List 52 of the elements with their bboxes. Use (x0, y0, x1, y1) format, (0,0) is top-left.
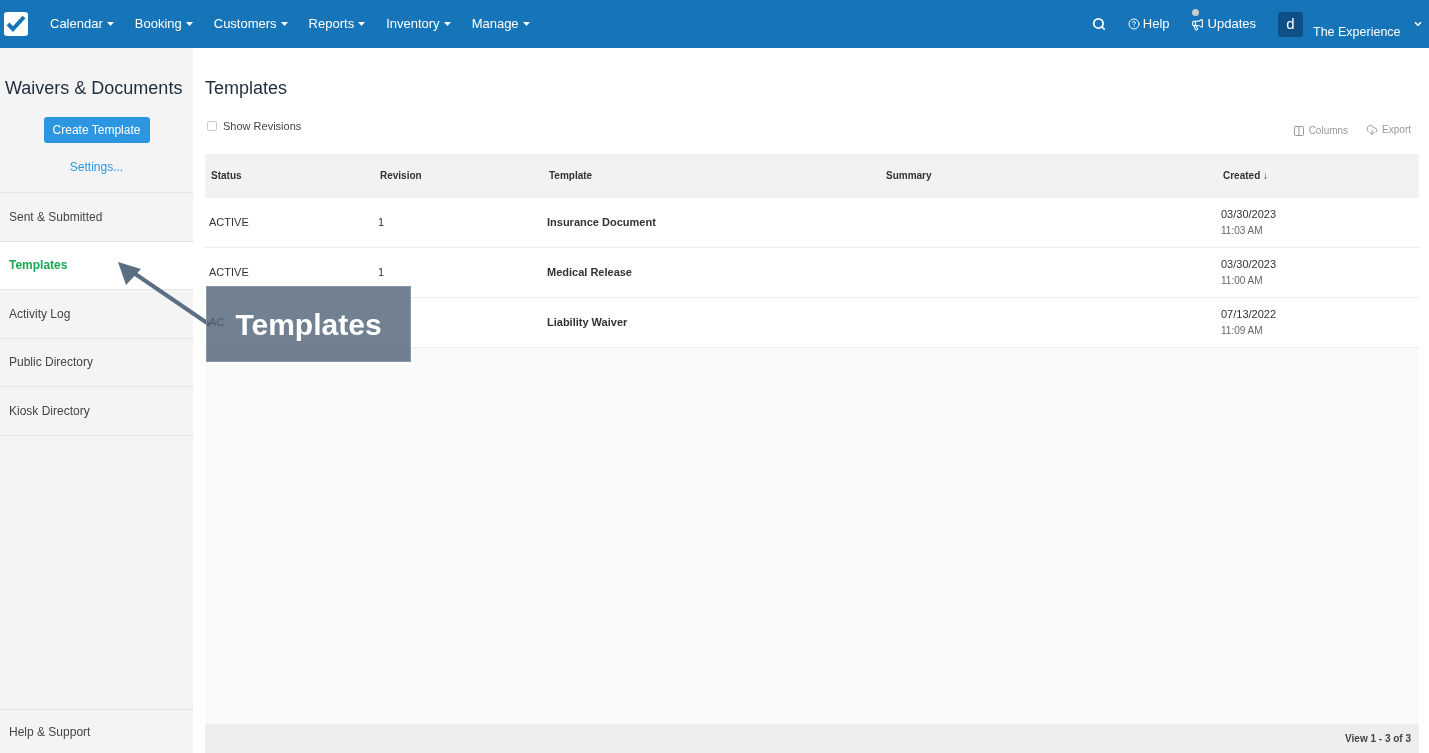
megaphone-icon (1190, 17, 1204, 31)
pagination-info: View 1 - 3 of 3 (1345, 732, 1411, 746)
created-time: 11:00 AM (1221, 273, 1264, 288)
avatar[interactable]: d (1278, 11, 1303, 37)
caret-icon[interactable] (1413, 19, 1423, 29)
created-date: 07/13/2022 (1221, 307, 1278, 323)
help-link[interactable]: Help (1127, 14, 1170, 34)
sidebar-item[interactable]: Public Directory (0, 338, 193, 387)
revision-cell: 1 (378, 265, 385, 278)
page-title: Templates (205, 77, 289, 100)
column-header[interactable]: Status (211, 170, 242, 181)
sidebar-item[interactable]: Sent & Submitted (0, 193, 193, 242)
caret-icon (358, 22, 366, 26)
show-revisions-checkbox[interactable]: Show Revisions (207, 118, 302, 135)
sidebar-title: Waivers & Documents (5, 77, 184, 100)
created-time: 11:09 AM (1221, 323, 1264, 338)
cloud-download-icon (1366, 123, 1379, 136)
status-cell: ACTIVE (209, 215, 249, 228)
help-icon (1127, 18, 1140, 30)
nav-menu[interactable]: Calendar (50, 14, 114, 34)
updates-link[interactable]: Updates (1190, 14, 1256, 34)
created-date: 03/30/2023 (1221, 257, 1278, 273)
caret-icon (185, 22, 193, 26)
sidebar-item[interactable]: Kiosk Directory (0, 387, 193, 436)
sidebar-item[interactable]: Activity Log (0, 290, 193, 339)
caret-icon (443, 22, 451, 26)
table-row[interactable]: ACTIVE 1 Insurance Document 03/30/2023 11:03 AM (205, 197, 1419, 248)
nav-menu[interactable]: Reports (308, 14, 366, 34)
caret-icon (280, 22, 288, 26)
table-row[interactable]: ACTIVE 1 Medical Release 03/30/2023 11:00 AM (205, 247, 1419, 298)
created-time: 11:03 AM (1221, 223, 1264, 238)
template-name[interactable]: Medical Release (547, 265, 632, 278)
created-date: 03/30/2023 (1221, 207, 1278, 223)
checkmark-logo-icon[interactable] (4, 12, 28, 36)
template-name[interactable]: Liability Waiver (547, 315, 628, 328)
help-support-link[interactable]: Help & Support (0, 709, 193, 753)
column-header[interactable]: Revision (380, 170, 422, 181)
status-cell: ACTIVE (209, 265, 249, 278)
caret-icon (522, 22, 530, 26)
nav-menu[interactable]: Inventory (386, 14, 451, 34)
search-icon[interactable] (1091, 17, 1106, 31)
column-header[interactable]: Template (549, 170, 593, 181)
column-header[interactable]: Summary (886, 170, 932, 181)
nav-menu[interactable]: Customers (213, 14, 288, 34)
column-header[interactable]: Created ↓ (1223, 170, 1268, 181)
columns-icon (1292, 124, 1305, 137)
caret-icon (106, 22, 114, 26)
revision-cell: 1 (378, 215, 385, 228)
account-name[interactable]: The Experience (1313, 22, 1411, 42)
nav-menu[interactable]: Manage (471, 14, 530, 34)
nav-menu[interactable]: Booking (134, 14, 193, 34)
template-name[interactable]: Insurance Document (547, 215, 656, 228)
